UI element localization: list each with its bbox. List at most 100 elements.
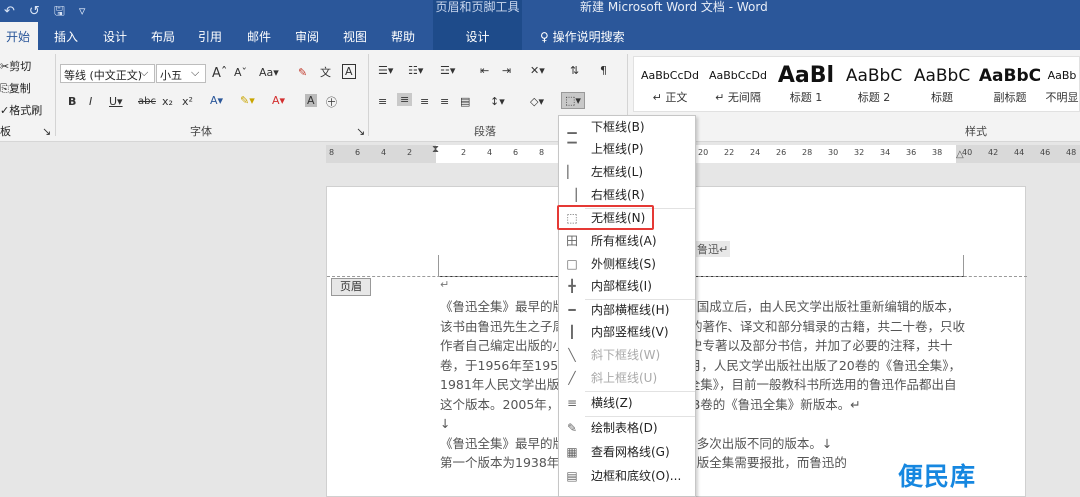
distributed-icon[interactable]: ▤ [460,95,470,108]
increase-indent-icon[interactable]: ⇥ [502,64,511,77]
font-color-icon[interactable]: A▾ [272,94,285,107]
tab-mailings[interactable]: 邮件 [247,28,271,45]
sort-icon[interactable]: ⇅ [570,64,579,77]
format-painter-button[interactable]: ✓格式刷 [0,102,42,118]
undo-icon[interactable]: ↶ [4,4,15,19]
change-case-icon[interactable]: Aa▾ [259,66,279,79]
gridlines-icon: ▦ [566,445,578,459]
tab-help[interactable]: 帮助 [391,28,415,45]
menu-item-horizontal-line[interactable]: ≡ 横线(Z) [559,392,695,414]
shrink-font-icon[interactable]: Aˇ [234,66,247,79]
watermark-logo: 便民库 [898,462,977,491]
font-launcher-icon[interactable]: ↘ [356,125,365,138]
scissors-icon: ✂ [0,60,10,73]
borders-button[interactable]: ⬚▾ [561,92,585,109]
text-effects-icon[interactable]: A▾ [210,94,223,107]
title-bar: ↶ ↺ 🖫 ▿ 页眉和页脚工具 新建 Microsoft Word 文档 - Word [0,0,1080,22]
superscript-icon[interactable]: x² [182,95,193,108]
menu-item-bottom-border[interactable]: ▁ 下框线(B) [559,116,695,138]
separator [55,54,56,136]
chinese-layout-icon[interactable]: ✕▾ [530,64,545,77]
justify-icon[interactable]: ≡ [440,95,449,108]
separator [368,54,369,136]
copy-button[interactable]: ⎘复制 [0,80,31,96]
copy-icon: ⎘ [0,82,9,95]
tab-insert[interactable]: 插入 [54,28,78,45]
tab-view[interactable]: 视图 [343,28,367,45]
right-indent-marker-icon[interactable]: △ [956,149,964,160]
quick-access-toolbar: ↶ ↺ 🖫 ▿ [4,2,99,24]
align-right-icon[interactable]: ≡ [420,95,429,108]
save-icon[interactable]: 🖫 [54,4,65,19]
tab-review[interactable]: 审阅 [295,28,319,45]
highlight-icon[interactable]: ✎▾ [240,94,255,107]
align-center-icon[interactable]: ≡ [397,93,413,106]
menu-item-inside-horizontal[interactable]: ━ 内部横框线(H) [559,299,695,321]
subscript-icon[interactable]: x₂ [162,95,173,108]
decrease-indent-icon[interactable]: ⇤ [480,64,489,77]
shading-icon[interactable]: ◇▾ [530,95,544,108]
strikethrough-icon[interactable]: abc [138,96,156,107]
style-subtitle[interactable]: AaBbC 副标题 [976,61,1044,111]
indent-marker-icon[interactable]: ⧗ [432,144,439,155]
char-border-icon[interactable]: A [342,64,356,79]
outside-borders-icon: □ [566,257,578,271]
diagonal-up-border-icon: ╱ [568,371,576,385]
tab-design[interactable]: 设计 [103,28,127,45]
menu-item-inside-borders[interactable]: ╋ 内部框线(I) [559,275,695,297]
tab-home[interactable]: 开始 [0,22,39,50]
styles-gallery: AaBbCcDd ↵ 正文 AaBbCcDd ↵ 无间隔 AaBl 标题 1 AaBb… [633,56,1080,112]
menu-item-borders-shading[interactable]: ▤ 边框和底纹(O)... [559,465,695,487]
ribbon: ✂剪切 ⎘复制 ✓格式刷 板 ↘ 等线 (中文正文) ⌵ 小五 ⌵ Aˆ Aˇ … [0,50,1080,142]
paragraph: 《鲁迅全集》最早的版本为1938年版本。新中国成立后，由人民文学出版社重新编辑的… [440,299,966,412]
phonetic-guide-icon[interactable]: 文 [320,64,331,80]
menu-item-left-border[interactable]: ▏ 左框线(L) [559,161,695,183]
document-body[interactable]: 《鲁迅全集》最早的版本为1938年版本。新中国成立后，由人民文学出版社重新编辑的… [440,297,965,473]
tab-references[interactable]: 引用 [198,28,222,45]
paragraph: ↓ [440,416,451,431]
menu-item-right-border[interactable]: ▕ 右框线(R) [559,184,695,206]
bottom-border-icon: ▁ [567,120,577,134]
style-heading-1[interactable]: AaBl 标题 1 [772,61,840,111]
line-spacing-icon[interactable]: ↕▾ [490,95,505,108]
clear-format-icon[interactable]: ✎ [298,66,307,79]
menu-item-draw-table[interactable]: ✎ 绘制表格(D) [559,417,695,439]
italic-icon[interactable]: I [89,95,92,108]
inside-vertical-border-icon: ┃ [568,325,576,339]
menu-item-view-gridlines[interactable]: ▦ 查看网格线(G) [559,441,695,463]
menu-item-outside-borders[interactable]: □ 外侧框线(S) [559,253,695,275]
style-normal[interactable]: AaBbCcDd ↵ 正文 [636,61,704,111]
menu-item-inside-vertical[interactable]: ┃ 内部竖框线(V) [559,321,695,343]
bullets-icon[interactable]: ☰▾ [378,64,393,77]
cut-button[interactable]: ✂剪切 [0,58,31,74]
tab-header-footer-design[interactable]: 设计 [433,22,522,50]
style-subtle[interactable]: AaBb 不明显 [1042,61,1080,111]
font-group-label: 字体 [190,125,212,138]
inside-horizontal-border-icon: ━ [568,303,576,317]
underline-icon[interactable]: U▾ [109,95,123,108]
style-heading-2[interactable]: AaBbC 标题 2 [840,61,908,111]
tab-layout[interactable]: 布局 [151,28,175,45]
qat-dropdown-icon[interactable]: ▿ [79,4,86,19]
style-title[interactable]: AaBbC 标题 [908,61,976,111]
enclose-char-icon[interactable]: ㊉ [326,94,337,110]
align-left-icon[interactable]: ≡ [378,95,387,108]
numbering-icon[interactable]: ☷▾ [408,64,423,77]
horizontal-line-icon: ≡ [566,396,578,410]
style-no-spacing[interactable]: AaBbCcDd ↵ 无间隔 [704,61,772,111]
char-shading-icon[interactable]: A [305,94,317,107]
tell-me-search[interactable]: ♀ 操作说明搜索 [540,28,625,45]
clipboard-launcher-icon[interactable]: ↘ [42,125,51,138]
bold-icon[interactable]: B [68,95,76,108]
show-marks-icon[interactable]: ¶ [600,64,607,77]
menu-item-top-border[interactable]: ▔ 上框线(P) [559,138,695,160]
redo-icon[interactable]: ↺ [29,4,40,19]
horizontal-ruler[interactable]: 8 6 4 2 2 4 6 8 20 22 24 26 28 30 32 34 … [326,144,1080,163]
lightbulb-icon: ♀ [540,30,553,44]
multilevel-list-icon[interactable]: ☲▾ [440,64,455,77]
grow-font-icon[interactable]: Aˆ [212,66,227,81]
right-border-icon: ▕ [567,188,577,202]
styles-group-label: 样式 [965,125,987,138]
header-tag: 页眉 [331,278,371,296]
menu-item-all-borders[interactable]: 田所有框线(A) [559,230,695,252]
